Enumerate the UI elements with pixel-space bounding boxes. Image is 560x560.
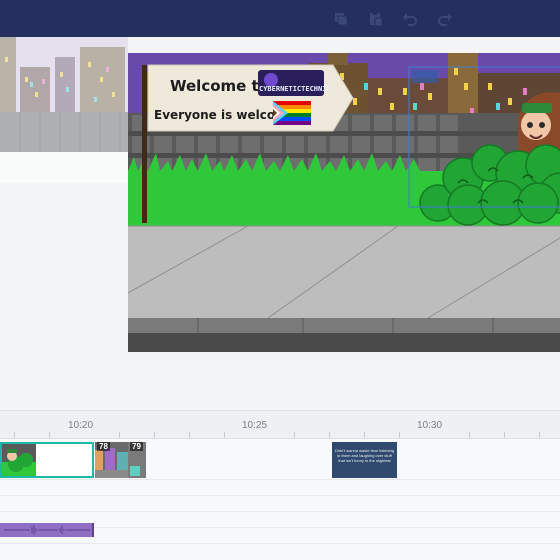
ruler-label-3: 10:30 [417,420,443,431]
scene-clip-79[interactable]: 79 [128,442,146,478]
scene-clip-selected[interactable] [0,442,94,478]
sign-title-text: Welcome to [170,77,269,95]
redo-button[interactable] [432,6,458,32]
clip-number-78: 78 [97,442,110,451]
timeline-panel[interactable]: 10:20 10:25 10:30 78 79 Didn't wanna was… [0,410,560,560]
audio-waveform [4,523,94,537]
clip-number-79: 79 [130,442,143,451]
caption-clip-text: Didn't wanna waste time listening to the… [335,448,395,463]
track-2 [0,480,560,496]
canvas-workspace[interactable]: Welcome to Everyone is welcome CYBERNETI… [0,37,560,410]
undo-button[interactable] [397,6,423,32]
ruler-label-1: 10:20 [68,420,94,431]
undo-icon [403,13,417,26]
track-3 [0,496,560,512]
logo-text: CYBERNETICTECHNIC [259,85,331,93]
scene-stage[interactable]: Welcome to Everyone is welcome CYBERNETI… [128,53,560,352]
offstage-scenery [0,37,128,183]
copy-button[interactable] [328,6,354,32]
caption-clip[interactable]: Didn't wanna waste time listening to the… [332,442,397,478]
redo-icon [438,13,452,26]
cybernetictechnic-logo: CYBERNETICTECHNIC [258,70,331,96]
copy-icon [335,13,348,26]
audio-clip[interactable] [0,523,94,537]
scene-thumbnail [2,444,36,476]
paste-button[interactable] [362,6,388,32]
pride-flag-image [273,101,311,125]
scene-clip-78[interactable]: 78 [95,442,130,478]
paste-icon [370,12,383,27]
top-toolbar [0,0,560,37]
timeline-ruler[interactable]: 10:20 10:25 10:30 [0,411,560,439]
ruler-label-2: 10:25 [242,420,268,431]
